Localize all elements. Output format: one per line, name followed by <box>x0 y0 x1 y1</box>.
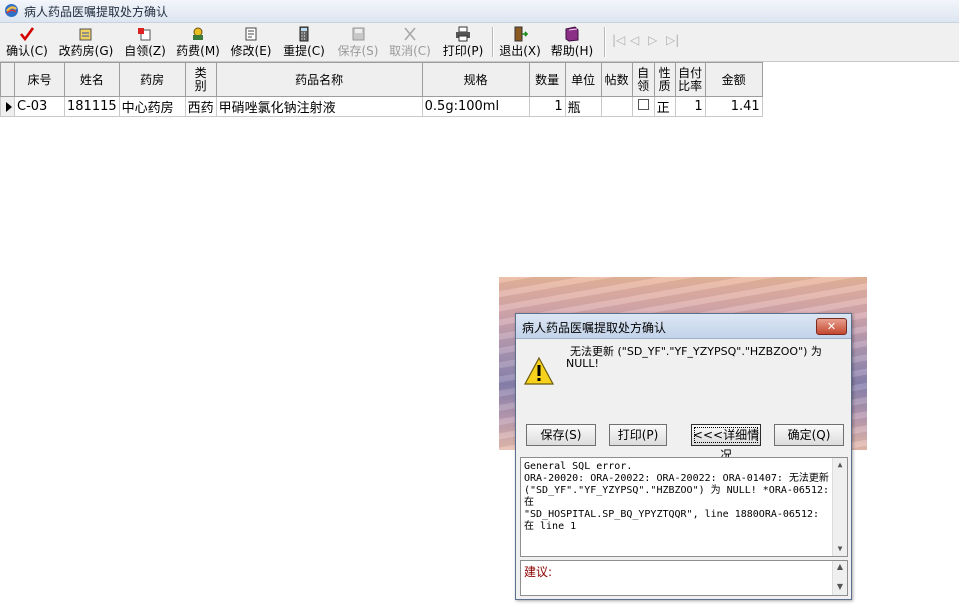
cell-self-collect[interactable] <box>631 96 655 117</box>
current-row-indicator <box>0 96 15 117</box>
error-message: 无法更新 ("SD_YF"."YF_YZYPSQ"."HZBZOO") 为 NU… <box>566 345 822 370</box>
cancel-button[interactable]: 取消(C) <box>386 25 434 59</box>
cell-spec[interactable]: 0.5g:100ml <box>421 96 530 117</box>
cell-nature[interactable]: 正 <box>653 96 676 117</box>
help-button[interactable]: 帮助(H) <box>549 25 595 59</box>
save-icon <box>352 27 365 41</box>
row-indicator-header <box>0 62 15 97</box>
toolbar: 确认(C) 改药房(G) 自领(Z) 药费(M) 修改(E) 重提(C) 保存(… <box>0 23 959 62</box>
edit-button[interactable]: 修改(E) <box>227 25 275 59</box>
dialog-print-button[interactable]: 打印(P) <box>609 424 667 446</box>
cancel-icon <box>404 27 416 41</box>
column-header-amount[interactable]: 金额 <box>704 62 763 97</box>
column-header-nature[interactable]: 性质 <box>653 62 676 97</box>
column-header-drug-name[interactable]: 药品名称 <box>215 62 423 97</box>
change-pharmacy-icon <box>79 28 92 41</box>
cell-pharmacy[interactable]: 中心药房 <box>118 96 186 117</box>
next-record-button[interactable]: ▷ <box>648 33 666 47</box>
cell-category[interactable]: 西药 <box>184 96 217 117</box>
confirm-button[interactable]: 确认(C) <box>4 25 50 59</box>
column-header-bed[interactable]: 床号 <box>14 62 65 97</box>
column-header-pharmacy[interactable]: 药房 <box>118 62 186 97</box>
self-collect-button[interactable]: 自领(Z) <box>121 25 169 59</box>
suggestion-label: 建议: <box>524 565 553 579</box>
checkmark-icon <box>19 27 35 42</box>
grid-header-row: 床号 姓名 药房 类别 药品名称 规格 数量 单位 帖数 自领 性质 自付 比率 … <box>0 62 763 97</box>
column-header-spec[interactable]: 规格 <box>421 62 530 97</box>
suggestion-textarea[interactable]: 建议: ▲ ▼ <box>520 560 848 596</box>
cell-doses[interactable] <box>600 96 633 117</box>
medicine-fee-button[interactable]: 药费(M) <box>175 25 221 59</box>
recalculate-button[interactable]: 重提(C) <box>281 25 327 59</box>
column-header-self-collect[interactable]: 自领 <box>631 62 655 97</box>
cell-bed[interactable]: C-03 <box>14 96 65 117</box>
window-title: 病人药品医嘱提取处方确认 <box>24 5 169 19</box>
column-header-doses[interactable]: 帖数 <box>600 62 633 97</box>
toolbar-separator <box>604 27 606 57</box>
medicine-fee-icon <box>193 27 203 40</box>
cell-self-pay-ratio[interactable]: 1 <box>674 96 706 117</box>
suggestion-scrollbar[interactable]: ▲ ▼ <box>832 561 847 595</box>
self-collect-icon <box>138 28 151 41</box>
error-details-textarea[interactable]: General SQL error. ORA-20020: ORA-20022:… <box>520 457 848 557</box>
close-button[interactable]: ✕ <box>816 318 847 335</box>
scroll-up-arrow-icon[interactable]: ▲ <box>833 562 847 574</box>
prev-record-button[interactable]: ◁ <box>630 33 648 47</box>
warning-icon <box>523 356 555 385</box>
prescription-grid: 床号 姓名 药房 类别 药品名称 规格 数量 单位 帖数 自领 性质 自付 比率 … <box>0 62 763 117</box>
self-collect-checkbox[interactable] <box>637 99 649 110</box>
scroll-down-arrow-icon[interactable]: ▼ <box>833 543 847 555</box>
print-button[interactable]: 打印(P) <box>440 25 486 59</box>
help-book-icon <box>565 26 579 42</box>
scroll-up-arrow-icon[interactable]: ▲ <box>833 459 847 471</box>
row-pointer-icon <box>6 101 12 112</box>
column-header-category[interactable]: 类别 <box>184 62 217 97</box>
dialog-title: 病人药品医嘱提取处方确认 <box>522 321 667 335</box>
calculator-icon <box>299 26 309 42</box>
cell-drug-name[interactable]: 甲硝唑氯化钠注射液 <box>215 96 423 117</box>
exit-button[interactable]: 退出(X) <box>497 25 543 59</box>
cell-name[interactable]: 181115 <box>64 96 120 117</box>
dialog-title-bar: 病人药品医嘱提取处方确认 ✕ <box>516 314 851 339</box>
error-dialog: 病人药品医嘱提取处方确认 ✕ 无法更新 ("SD_YF"."YF_YZYPSQ"… <box>515 313 852 600</box>
ok-button[interactable]: 确定(Q) <box>774 424 844 446</box>
first-record-button[interactable]: |◁ <box>612 33 630 47</box>
record-navigator: |◁ ◁ ▷ ▷| <box>612 33 684 49</box>
cell-amount[interactable]: 1.41 <box>704 96 763 117</box>
details-toggle-button[interactable]: <<<详细情况 <box>691 424 761 462</box>
toolbar-separator <box>492 27 494 57</box>
app-logo-icon <box>5 4 18 17</box>
save-button[interactable]: 保存(S) <box>334 25 382 59</box>
cell-quantity[interactable]: 1 <box>528 96 566 117</box>
column-header-name[interactable]: 姓名 <box>64 62 120 97</box>
change-pharmacy-button[interactable]: 改药房(G) <box>56 25 116 59</box>
column-header-self-pay-ratio[interactable]: 自付 比率 <box>674 62 706 97</box>
details-scrollbar[interactable]: ▲ ▼ <box>832 458 847 556</box>
column-header-unit[interactable]: 单位 <box>564 62 602 97</box>
last-record-button[interactable]: ▷| <box>666 33 684 47</box>
scroll-down-arrow-icon[interactable]: ▼ <box>833 582 847 594</box>
cell-unit[interactable]: 瓶 <box>564 96 602 117</box>
dialog-save-button[interactable]: 保存(S) <box>526 424 596 446</box>
edit-icon <box>245 27 257 41</box>
column-header-quantity[interactable]: 数量 <box>528 62 566 97</box>
printer-icon <box>456 26 470 42</box>
window-title-bar: 病人药品医嘱提取处方确认 <box>0 0 959 23</box>
table-row[interactable]: C-03 181115 中心药房 西药 甲硝唑氯化钠注射液 0.5g:100ml… <box>0 96 763 117</box>
exit-icon <box>514 26 529 42</box>
